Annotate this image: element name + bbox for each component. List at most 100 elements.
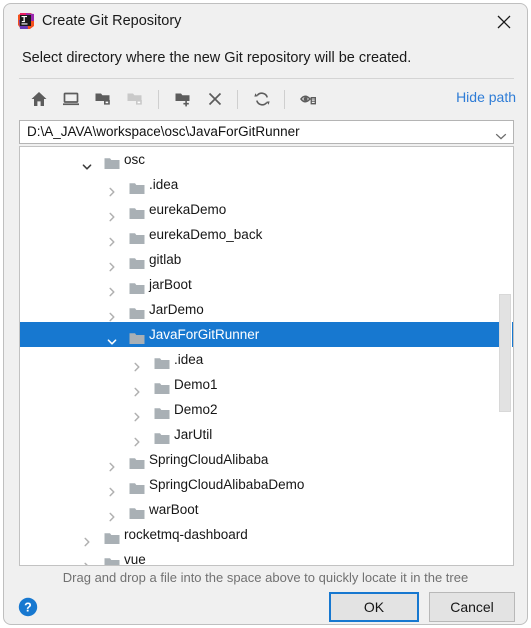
intellij-idea-icon (17, 12, 35, 30)
file-chooser-toolbar: Hide path (19, 83, 516, 115)
tree-scrollbar-thumb[interactable] (499, 294, 511, 412)
folder-icon (154, 378, 170, 394)
chevron-right-icon[interactable] (82, 530, 92, 547)
page-title: Create Git Repository (42, 13, 182, 29)
tree-row[interactable]: rocketmq-dashboard (20, 522, 513, 547)
tree-row-label: Demo2 (174, 402, 218, 417)
desktop-icon[interactable] (57, 86, 85, 112)
folder-icon (104, 553, 120, 565)
tree-row[interactable]: JarDemo (20, 297, 513, 322)
folder-icon (104, 528, 120, 544)
directory-tree-panel[interactable]: osc .idea eurekaDemo eurekaDemo_back gitlab j… (19, 146, 514, 566)
tree-row-label: JarUtil (174, 427, 213, 442)
tree-row-label: gitlab (149, 252, 182, 267)
tree-row[interactable]: eurekaDemo (20, 197, 513, 222)
chevron-down-icon[interactable] (107, 330, 117, 345)
tree-row-label: jarBoot (149, 277, 192, 292)
folder-icon (154, 403, 170, 419)
title-bar: Create Git Repository (4, 4, 527, 40)
folder-icon (154, 428, 170, 444)
toolbar-divider-1 (158, 90, 159, 109)
chevron-right-icon[interactable] (107, 505, 117, 522)
new-folder-icon[interactable] (169, 86, 197, 112)
chevron-right-icon[interactable] (107, 255, 117, 272)
chevron-right-icon[interactable] (107, 305, 117, 322)
drive-folder-icon[interactable] (89, 86, 117, 112)
chevron-down-icon[interactable] (495, 128, 507, 140)
chevron-right-icon[interactable] (82, 555, 92, 565)
chevron-right-icon[interactable] (107, 180, 117, 197)
tree-row[interactable]: JarUtil (20, 422, 513, 447)
chevron-right-icon[interactable] (107, 280, 117, 297)
show-hidden-files-icon[interactable] (295, 86, 323, 112)
refresh-icon[interactable] (248, 86, 276, 112)
chevron-right-icon[interactable] (132, 405, 142, 422)
folder-icon (129, 503, 145, 519)
tree-row-label: Demo1 (174, 377, 218, 392)
divider-top (19, 78, 514, 79)
tree-row[interactable]: Demo1 (20, 372, 513, 397)
create-git-repository-dialog: Create Git Repository Select directory w… (3, 3, 528, 625)
tree-row-label: osc (124, 152, 146, 167)
chevron-right-icon[interactable] (107, 480, 117, 497)
tree-row[interactable]: .idea (20, 347, 513, 372)
tree-row-label: JavaForGitRunner (149, 327, 260, 342)
close-icon[interactable] (491, 10, 517, 34)
folder-icon (129, 203, 145, 219)
tree-row-selected[interactable]: JavaForGitRunner (20, 322, 513, 347)
folder-icon (104, 153, 120, 169)
chevron-right-icon[interactable] (132, 380, 142, 397)
help-icon[interactable]: ? (18, 597, 38, 617)
chevron-right-icon[interactable] (132, 430, 142, 447)
tree-row-label: JarDemo (149, 302, 204, 317)
home-icon[interactable] (25, 86, 53, 112)
tree-row-label: warBoot (149, 502, 199, 517)
cancel-button[interactable]: Cancel (429, 592, 515, 622)
folder-icon (129, 453, 145, 469)
tree-row[interactable]: SpringCloudAlibabaDemo (20, 472, 513, 497)
tree-row-label: .idea (149, 177, 179, 192)
tree-row[interactable]: warBoot (20, 497, 513, 522)
toolbar-divider-2 (237, 90, 238, 109)
path-input[interactable]: D:\A_JAVA\workspace\osc\JavaForGitRunner (19, 120, 514, 144)
directory-tree: osc .idea eurekaDemo eurekaDemo_back gitlab j… (20, 147, 513, 566)
tree-row-label: vue (124, 552, 146, 566)
ok-button[interactable]: OK (329, 592, 419, 622)
tree-row-label: eurekaDemo_back (149, 227, 263, 242)
folder-icon (154, 353, 170, 369)
tree-row-label: SpringCloudAlibabaDemo (149, 477, 305, 492)
tree-row-label: .idea (174, 352, 204, 367)
chevron-right-icon[interactable] (132, 355, 142, 372)
tree-row[interactable]: eurekaDemo_back (20, 222, 513, 247)
folder-icon (129, 228, 145, 244)
dialog-subtitle: Select directory where the new Git repos… (22, 50, 412, 66)
chevron-right-icon[interactable] (107, 205, 117, 222)
svg-text:?: ? (24, 601, 32, 615)
hide-path-link[interactable]: Hide path (456, 89, 516, 105)
delete-icon[interactable] (201, 86, 229, 112)
drag-drop-hint: Drag and drop a file into the space abov… (62, 570, 469, 585)
folder-icon (129, 478, 145, 494)
drive-folder-disabled-icon (121, 86, 149, 112)
toolbar-divider-3 (284, 90, 285, 109)
folder-icon (129, 253, 145, 269)
chevron-down-icon[interactable] (82, 155, 92, 170)
tree-row[interactable]: Demo2 (20, 397, 513, 422)
path-input-value: D:\A_JAVA\workspace\osc\JavaForGitRunner (27, 124, 300, 139)
tree-scrollbar-track[interactable] (499, 148, 512, 565)
folder-icon (129, 303, 145, 319)
folder-icon (129, 178, 145, 194)
tree-row[interactable]: gitlab (20, 247, 513, 272)
folder-icon (129, 328, 145, 344)
tree-row[interactable]: vue (20, 547, 513, 566)
tree-row[interactable]: .idea (20, 172, 513, 197)
chevron-right-icon[interactable] (107, 230, 117, 247)
tree-row[interactable]: SpringCloudAlibaba (20, 447, 513, 472)
tree-row[interactable]: jarBoot (20, 272, 513, 297)
tree-row-label: eurekaDemo (149, 202, 227, 217)
chevron-right-icon[interactable] (107, 455, 117, 472)
tree-row-label: rocketmq-dashboard (124, 527, 248, 542)
tree-row[interactable]: osc (20, 147, 513, 172)
folder-icon (129, 278, 145, 294)
tree-row-label: SpringCloudAlibaba (149, 452, 269, 467)
